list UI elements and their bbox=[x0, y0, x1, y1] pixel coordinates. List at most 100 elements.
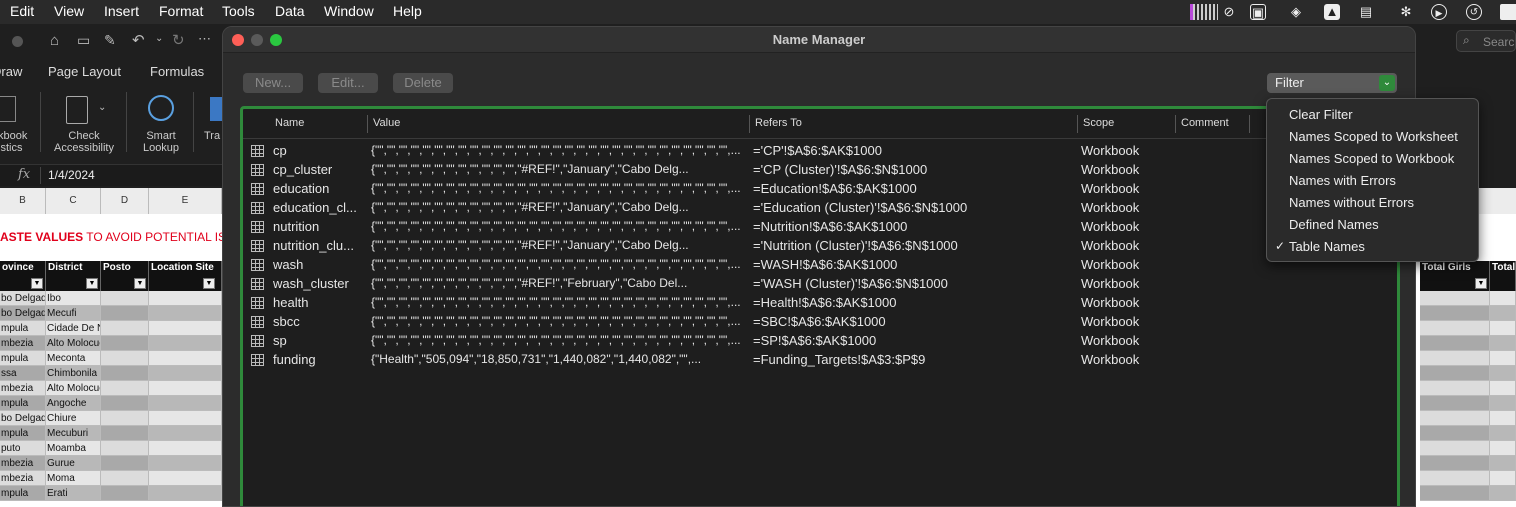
cell-district[interactable]: Alto Molocue bbox=[46, 336, 101, 351]
cell-location[interactable] bbox=[149, 351, 222, 366]
home-icon[interactable]: ⌂ bbox=[50, 32, 59, 49]
cell-posto[interactable] bbox=[101, 456, 149, 471]
smart-lookup-icon[interactable] bbox=[148, 95, 174, 121]
cell-province[interactable]: bo Delgado bbox=[0, 291, 46, 306]
cell-total[interactable] bbox=[1490, 336, 1516, 351]
cell-total[interactable] bbox=[1490, 291, 1516, 306]
cell-location[interactable] bbox=[149, 426, 222, 441]
name-row[interactable]: health {"","","","","","","","","","","",… bbox=[243, 294, 1397, 313]
menu-data[interactable]: Data bbox=[275, 3, 305, 19]
cell-total[interactable] bbox=[1490, 396, 1516, 411]
cell-total-girls[interactable] bbox=[1420, 471, 1490, 486]
cell-province[interactable]: mbezia bbox=[0, 336, 46, 351]
cell-total[interactable] bbox=[1490, 306, 1516, 321]
name-row[interactable]: wash_cluster {"","","","","","","","","",… bbox=[243, 275, 1397, 294]
cell-province[interactable]: mbezia bbox=[0, 471, 46, 486]
header-total-girls[interactable]: Total Girls ▼ bbox=[1420, 261, 1490, 291]
presentation-icon[interactable]: ▣ bbox=[1250, 4, 1266, 20]
fx-icon[interactable]: fx bbox=[18, 167, 30, 182]
cell-district[interactable]: Meconta bbox=[46, 351, 101, 366]
redo-icon[interactable]: ↻ bbox=[172, 31, 185, 49]
name-row[interactable]: cp_cluster {"","","","","","","","","",""… bbox=[243, 161, 1397, 180]
name-row[interactable]: education {"","","","","","","","","","",… bbox=[243, 180, 1397, 199]
name-row[interactable]: sbcc {"","","","","","","","","","","",""… bbox=[243, 313, 1397, 332]
cell-posto[interactable] bbox=[101, 306, 149, 321]
name-row[interactable]: nutrition {"","","","","","","","","","",… bbox=[243, 218, 1397, 237]
tab-formulas[interactable]: Formulas bbox=[150, 64, 204, 79]
cell-total-girls[interactable] bbox=[1420, 381, 1490, 396]
cell-district[interactable]: Chimbonila bbox=[46, 366, 101, 381]
column-header[interactable]: B bbox=[0, 188, 46, 214]
col-scope[interactable]: Scope bbox=[1083, 117, 1114, 129]
workbook-stats-label[interactable]: kbook istics bbox=[0, 130, 28, 154]
filter-dropdown-icon[interactable]: ▼ bbox=[1475, 278, 1487, 289]
cell-posto[interactable] bbox=[101, 321, 149, 336]
clock-icon[interactable]: ↺ bbox=[1466, 4, 1482, 20]
cell-posto[interactable] bbox=[101, 291, 149, 306]
tab-draw[interactable]: Draw bbox=[0, 64, 22, 79]
cell-district[interactable]: Moamba bbox=[46, 441, 101, 456]
delete-button[interactable]: Delete bbox=[393, 73, 453, 93]
cell-total-girls[interactable] bbox=[1420, 306, 1490, 321]
col-refers-to[interactable]: Refers To bbox=[755, 117, 802, 129]
display-icon[interactable]: ▤ bbox=[1357, 4, 1375, 20]
name-row[interactable]: sp {"","","","","","","","","","","","","… bbox=[243, 332, 1397, 351]
save-icon[interactable]: ▭ bbox=[77, 32, 90, 49]
cell-total-girls[interactable] bbox=[1420, 291, 1490, 306]
filter-menu-item[interactable]: Names with Errors bbox=[1289, 173, 1396, 188]
new-button[interactable]: New... bbox=[243, 73, 303, 93]
cell-posto[interactable] bbox=[101, 336, 149, 351]
filter-dropdown-icon[interactable]: ▼ bbox=[86, 278, 98, 289]
cell-total-girls[interactable] bbox=[1420, 336, 1490, 351]
cell-district[interactable]: Cidade De Nampula bbox=[46, 321, 101, 336]
cell-total[interactable] bbox=[1490, 426, 1516, 441]
col-name[interactable]: Name bbox=[275, 117, 304, 129]
cell-location[interactable] bbox=[149, 486, 222, 501]
filter-menu-item[interactable]: Clear Filter bbox=[1289, 107, 1353, 122]
cell-total[interactable] bbox=[1490, 411, 1516, 426]
names-list[interactable]: Name Value Refers To Scope Comment cp {""… bbox=[240, 106, 1400, 506]
cell-total[interactable] bbox=[1490, 486, 1516, 501]
cell-posto[interactable] bbox=[101, 411, 149, 426]
cell-district[interactable]: Erati bbox=[46, 486, 101, 501]
cell-location[interactable] bbox=[149, 291, 222, 306]
play-circle-icon[interactable]: ▶ bbox=[1431, 4, 1447, 20]
cell-province[interactable]: mpula bbox=[0, 351, 46, 366]
cell-district[interactable]: Ibo bbox=[46, 291, 101, 306]
cell-total[interactable] bbox=[1490, 441, 1516, 456]
cell-posto[interactable] bbox=[101, 366, 149, 381]
name-row[interactable]: funding {"Health","505,094","18,850,731",… bbox=[243, 351, 1397, 370]
cell-total-girls[interactable] bbox=[1420, 396, 1490, 411]
cell-location[interactable] bbox=[149, 321, 222, 336]
filter-menu-item[interactable]: Defined Names bbox=[1289, 217, 1379, 232]
filter-dropdown-icon[interactable]: ▼ bbox=[31, 278, 43, 289]
cell-posto[interactable] bbox=[101, 486, 149, 501]
cell-total[interactable] bbox=[1490, 456, 1516, 471]
cell-posto[interactable] bbox=[101, 441, 149, 456]
check-accessibility-icon[interactable] bbox=[66, 96, 88, 124]
cell-location[interactable] bbox=[149, 441, 222, 456]
cell-province[interactable]: puto bbox=[0, 441, 46, 456]
cell-total-girls[interactable] bbox=[1420, 411, 1490, 426]
translate-label[interactable]: Tra bbox=[204, 130, 222, 142]
check-circle-icon[interactable]: ⊘ bbox=[1221, 4, 1237, 20]
cell-posto[interactable] bbox=[101, 381, 149, 396]
cell-total-girls[interactable] bbox=[1420, 486, 1490, 501]
cell-total[interactable] bbox=[1490, 381, 1516, 396]
menu-help[interactable]: Help bbox=[393, 3, 422, 19]
cell-province[interactable]: bo Delgado bbox=[0, 306, 46, 321]
menu-view[interactable]: View bbox=[54, 3, 84, 19]
menu-edit[interactable]: Edit bbox=[10, 3, 34, 19]
cell-total-girls[interactable] bbox=[1420, 351, 1490, 366]
triangle-app-icon[interactable]: ▲ bbox=[1324, 4, 1340, 20]
cell-total[interactable] bbox=[1490, 471, 1516, 486]
cell-total-girls[interactable] bbox=[1420, 426, 1490, 441]
workbook-stats-icon[interactable] bbox=[0, 96, 16, 122]
undo-icon[interactable]: ↶ bbox=[132, 31, 145, 49]
cell-district[interactable]: Mecuburi bbox=[46, 426, 101, 441]
cell-province[interactable]: bo Delgado bbox=[0, 411, 46, 426]
name-row[interactable]: cp {"","","","","","","","","","","","","… bbox=[243, 142, 1397, 161]
header-district[interactable]: District ▼ bbox=[46, 261, 101, 291]
filter-dropdown-icon[interactable]: ▼ bbox=[203, 278, 215, 289]
cell-location[interactable] bbox=[149, 336, 222, 351]
